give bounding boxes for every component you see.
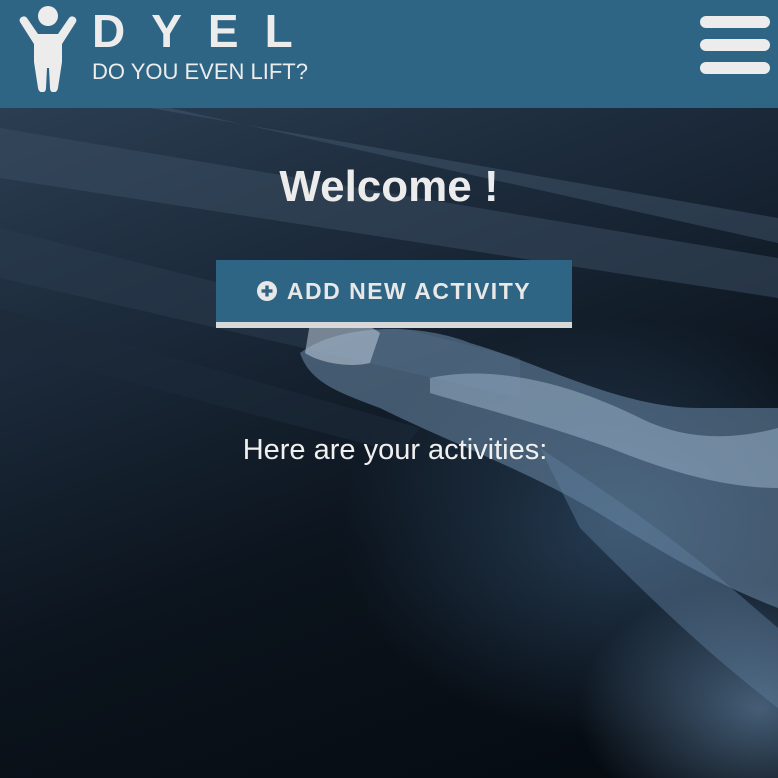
brand-title[interactable]: DYEL [92, 4, 319, 58]
welcome-heading: Welcome ! [279, 162, 499, 211]
menu-bar [700, 62, 770, 74]
plus-circle-icon [256, 280, 277, 301]
activities-heading: Here are your activities: [242, 434, 548, 466]
hamburger-menu-icon[interactable] [700, 16, 772, 76]
brand-subtitle: DO YOU EVEN LIFT? [92, 59, 308, 84]
add-new-activity-button[interactable]: ADD NEW ACTIVITY [216, 260, 572, 328]
add-new-activity-label: ADD NEW ACTIVITY [286, 277, 532, 304]
menu-bar [700, 16, 770, 28]
app-header: DYEL DO YOU EVEN LIFT? [0, 0, 778, 108]
page: DYEL DO YOU EVEN LIFT? Welcome ! ADD NEW… [0, 0, 778, 778]
person-arms-up-icon[interactable] [16, 4, 80, 93]
menu-bar [700, 39, 770, 51]
